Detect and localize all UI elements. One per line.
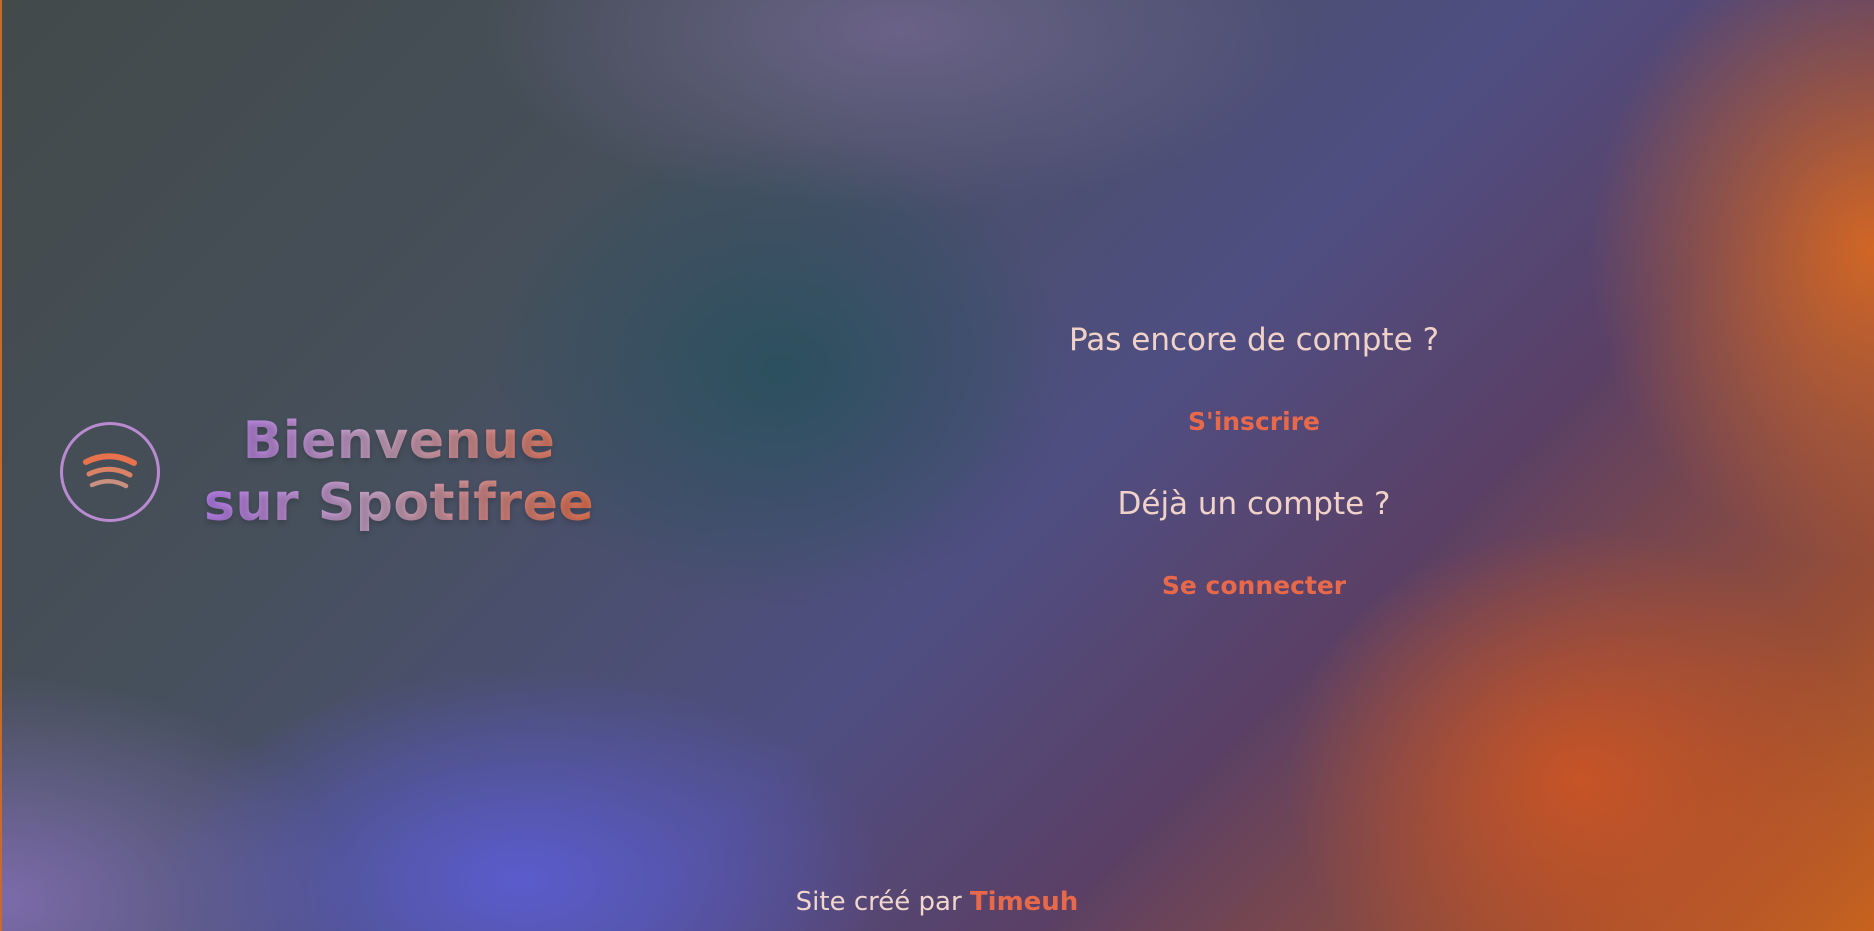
welcome-page: Bienvenue sur Spotifree Pas encore de co… [0,0,1874,931]
welcome-title-line-1: Bienvenue [242,411,556,471]
signup-question: Pas encore de compte ? [1068,322,1440,358]
login-question: Déjà un compte ? [1117,486,1391,522]
footer: Site créé par Timeuh [0,885,1874,919]
signup-link[interactable]: S'inscrire [1188,406,1320,438]
left-edge-border [0,0,2,931]
hero: Bienvenue sur Spotifree [60,410,594,534]
welcome-title: Bienvenue sur Spotifree [204,410,594,534]
welcome-title-line-2: sur Spotifree [204,473,595,533]
login-link[interactable]: Se connecter [1162,570,1346,602]
author-link[interactable]: Timeuh [970,887,1078,917]
auth-panel: Pas encore de compte ? S'inscrire Déjà u… [1054,320,1454,602]
spotifree-logo [60,422,160,522]
footer-credit-text: Site créé par [795,887,962,917]
spotify-wave-icon [83,453,137,489]
